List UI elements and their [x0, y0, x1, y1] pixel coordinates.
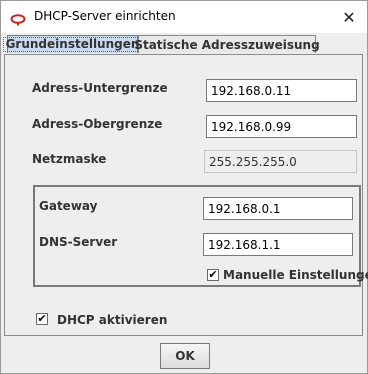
netmask-label: Netzmaske [32, 152, 107, 166]
gateway-dns-group: Gateway 192.168.0.1 DNS-Server 192.168.1… [33, 185, 368, 287]
upper-limit-label: Adress-Obergrenze [32, 117, 163, 131]
tab-statische-adresszuweisung[interactable]: Statische Adresszuweisung [134, 35, 320, 53]
dns-server-label: DNS-Server [39, 235, 118, 249]
ok-button[interactable]: OK [160, 343, 210, 369]
dhcp-enable-label: DHCP aktivieren [57, 313, 168, 327]
settings-panel: Adress-Untergrenze 192.168.0.11 Adress-O… [4, 54, 368, 336]
manual-settings-checkbox[interactable]: ✔ [207, 269, 219, 281]
gateway-input[interactable]: 192.168.0.1 [203, 197, 353, 220]
title-bar: DHCP-Server einrichten ✕ [1, 1, 367, 33]
window-title: DHCP-Server einrichten [34, 9, 176, 23]
tab-label: Grundeinstellungen [2, 37, 143, 52]
lower-limit-input[interactable]: 192.168.0.11 [206, 79, 357, 102]
lower-limit-label: Adress-Untergrenze [32, 81, 168, 95]
netmask-field: 255.255.255.0 [204, 150, 357, 173]
gateway-label: Gateway [39, 199, 98, 213]
tab-bar: Grundeinstellungen Statische Adresszuwei… [2, 35, 364, 55]
close-button[interactable]: ✕ [337, 5, 361, 29]
upper-limit-input[interactable]: 192.168.0.99 [206, 115, 357, 138]
manual-settings-label: Manuelle Einstellungen [223, 268, 368, 282]
dns-server-input[interactable]: 192.168.1.1 [203, 233, 353, 256]
dhcp-dialog-window: DHCP-Server einrichten ✕ Grundeinstellun… [0, 0, 368, 374]
tab-label: Statische Adresszuweisung [134, 37, 320, 52]
tab-grundeinstellungen[interactable]: Grundeinstellungen [2, 35, 143, 53]
link-icon [10, 11, 26, 26]
close-icon: ✕ [342, 7, 356, 27]
dhcp-enable-checkbox[interactable]: ✔ [36, 313, 48, 325]
